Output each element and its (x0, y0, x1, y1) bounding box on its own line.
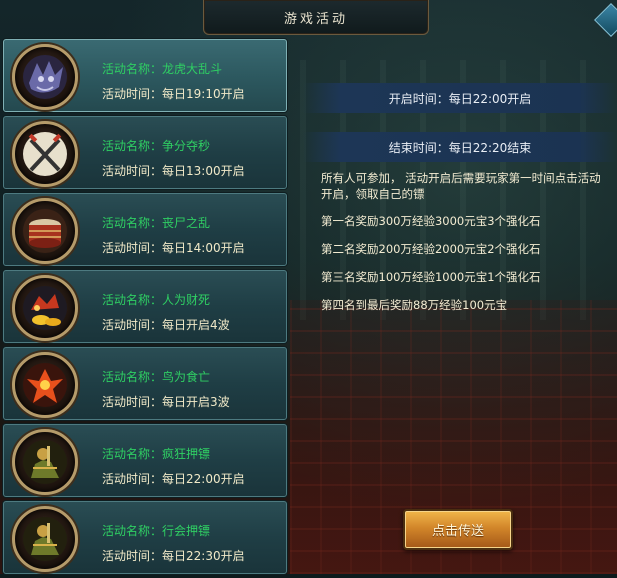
activity-time: 每日开启4波 (162, 318, 230, 332)
activity-name-label: 活动名称： (102, 139, 163, 153)
activity-time: 每日22:30开启 (162, 549, 245, 563)
reward-line-2: 第二名奖励200万经验2000元宝2个强化石 (321, 242, 541, 256)
fire-bird-icon (12, 352, 78, 418)
activity-time: 每日22:00开启 (162, 472, 245, 486)
activity-time: 每日13:00开启 (162, 164, 245, 178)
treasure-beast-icon (12, 275, 78, 341)
activity-time-label: 活动时间： (102, 87, 163, 101)
activity-name: 疯狂押镖 (162, 447, 211, 461)
activity-time: 每日14:00开启 (162, 241, 245, 255)
activity-item-renweicaisi[interactable]: 活动名称：人为财死 活动时间：每日开启4波 (3, 270, 287, 343)
window-title: 游戏活动 (283, 11, 348, 27)
activity-time-label: 活动时间： (102, 241, 163, 255)
activity-name: 行会押镖 (162, 524, 211, 538)
activity-item-fengkuangyabiao[interactable]: 活动名称：疯狂押镖 活动时间：每日22:00开启 (3, 424, 287, 497)
activity-name-label: 活动名称： (102, 62, 163, 76)
activity-time: 每日19:10开启 (162, 87, 245, 101)
window-title-tab: 游戏活动 (203, 0, 429, 35)
activity-name-label: 活动名称： (102, 447, 163, 461)
reward-line-1: 第一名奖励300万经验3000元宝3个强化石 (321, 214, 541, 228)
activity-time-label: 活动时间： (102, 549, 163, 563)
activity-time: 每日开启3波 (162, 395, 230, 409)
activity-name-label: 活动名称： (102, 370, 163, 384)
activity-description: 所有人可参加， 活动开启后需要玩家第一时间点击活动开启，领取自己的镖 (321, 171, 601, 201)
activity-name-label: 活动名称： (102, 293, 163, 307)
activity-time-label: 活动时间： (102, 164, 163, 178)
activity-item-niaoweishiwang[interactable]: 活动名称：鸟为食亡 活动时间：每日开启3波 (3, 347, 287, 420)
reward-line-3: 第三名奖励100万经验1000元宝1个强化石 (321, 270, 541, 284)
activity-name: 鸟为食亡 (162, 370, 211, 384)
activity-window: 游戏活动 活动名称：龙虎大乱斗 活动时间：每日19:10开启 活动名称：争分夺秒… (0, 0, 617, 574)
close-time-banner: 结束时间：每日22:20结束 (303, 132, 617, 162)
activity-name: 争分夺秒 (162, 139, 211, 153)
escort-rider-icon (12, 429, 78, 495)
activity-name: 龙虎大乱斗 (162, 62, 223, 76)
escort-rider-icon (12, 506, 78, 572)
activity-item-sangshi[interactable]: 活动名称：丧尸之乱 活动时间：每日14:00开启 (3, 193, 287, 266)
corner-gem-icon (594, 3, 617, 37)
activity-item-zhengfen[interactable]: 活动名称：争分夺秒 活动时间：每日13:00开启 (3, 116, 287, 189)
open-time-banner: 开启时间：每日22:00开启 (303, 83, 617, 113)
activity-time-label: 活动时间： (102, 472, 163, 486)
crossed-swords-icon (12, 121, 78, 187)
teleport-button[interactable]: 点击传送 (403, 509, 513, 550)
activity-name: 丧尸之乱 (162, 216, 211, 230)
activity-item-hanghuiyabiao[interactable]: 活动名称：行会押镖 活动时间：每日22:30开启 (3, 501, 287, 574)
activity-name: 人为财死 (162, 293, 211, 307)
dragon-icon (12, 44, 78, 110)
activity-name-label: 活动名称： (102, 524, 163, 538)
activity-list: 活动名称：龙虎大乱斗 活动时间：每日19:10开启 活动名称：争分夺秒 活动时间… (3, 39, 287, 578)
war-drum-icon (12, 198, 78, 264)
activity-name-label: 活动名称： (102, 216, 163, 230)
activity-time-label: 活动时间： (102, 395, 163, 409)
activity-time-label: 活动时间： (102, 318, 163, 332)
reward-line-4: 第四名到最后奖励88万经验100元宝 (321, 298, 508, 312)
activity-item-longhu[interactable]: 活动名称：龙虎大乱斗 活动时间：每日19:10开启 (3, 39, 287, 112)
